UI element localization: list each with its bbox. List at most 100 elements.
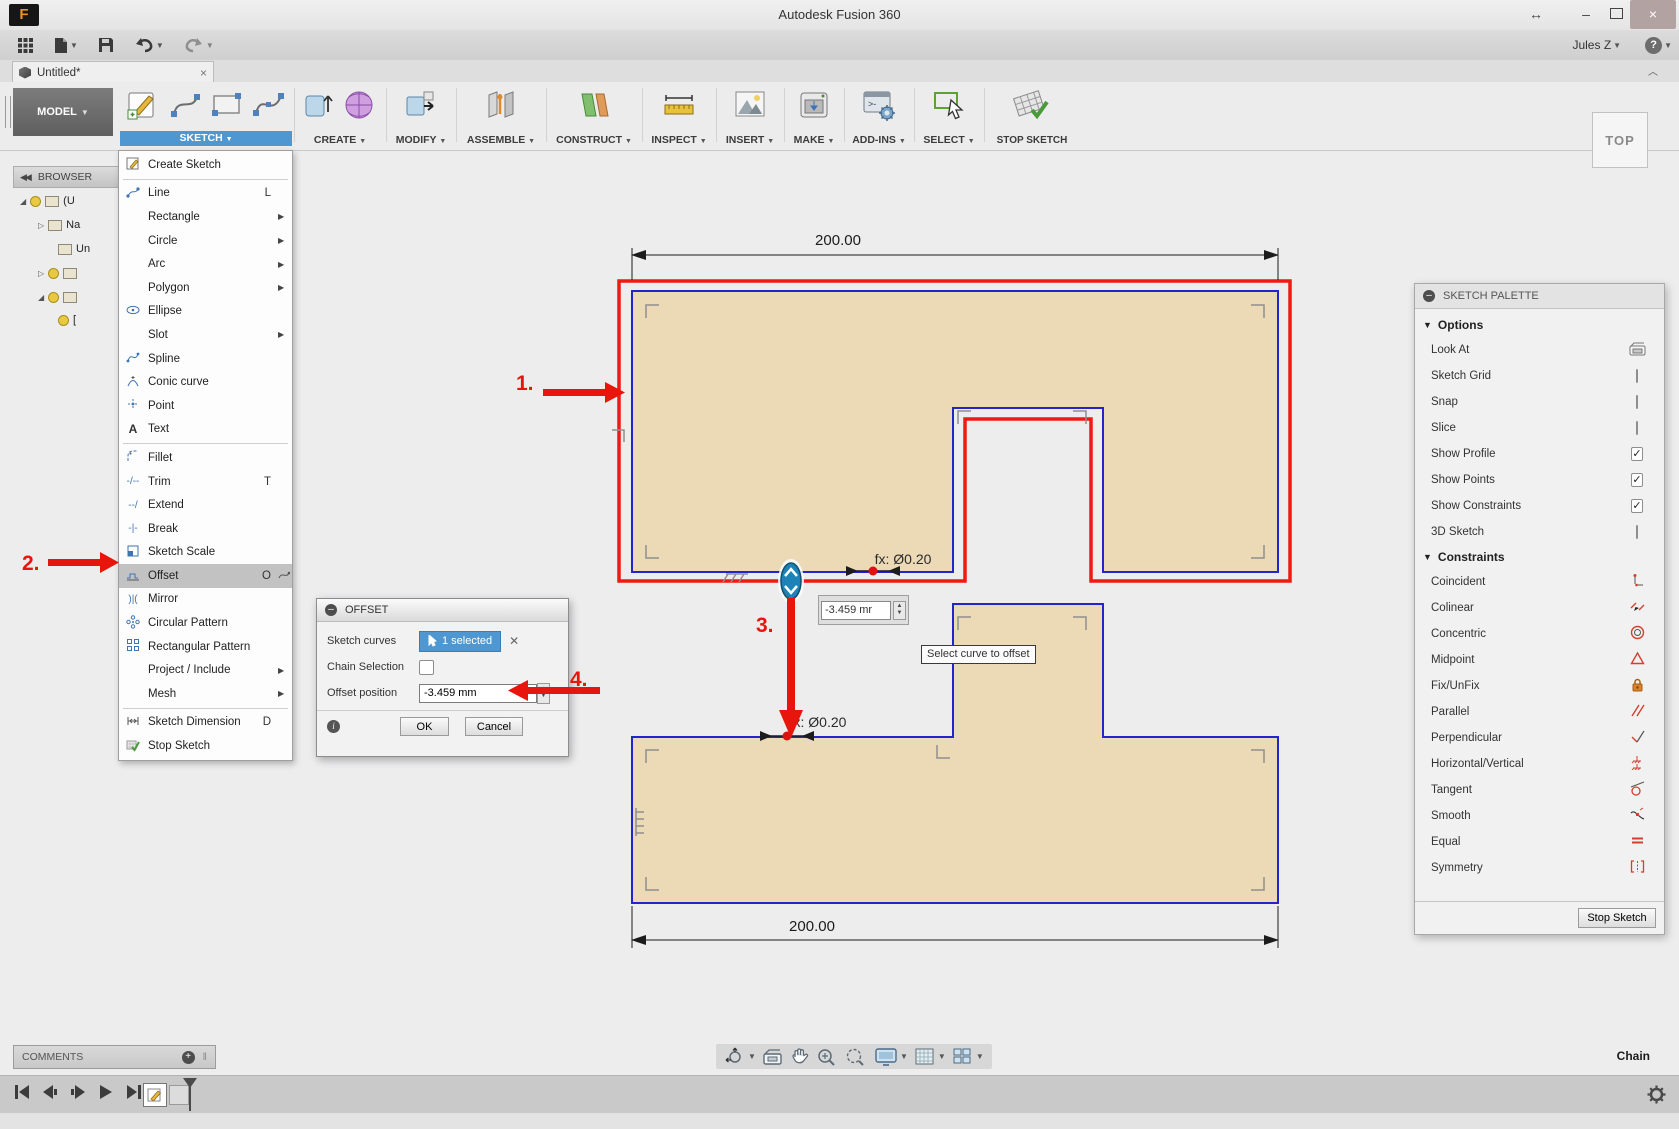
menu-item-conic-curve[interactable]: Conic curve bbox=[119, 370, 292, 394]
constraint-row-concentric[interactable]: Concentric bbox=[1415, 621, 1664, 647]
go-to-end-button[interactable] bbox=[126, 1084, 142, 1100]
menu-item-trim[interactable]: -/-- Trim T bbox=[119, 470, 292, 494]
slice-checkbox[interactable] bbox=[1636, 421, 1638, 435]
option-row-show-constraints[interactable]: Show Constraints ✓ bbox=[1415, 493, 1664, 519]
constraint-row-colinear[interactable]: Colinear bbox=[1415, 595, 1664, 621]
show-profile-checkbox[interactable]: ✓ bbox=[1631, 447, 1642, 461]
option-row-3d-sketch[interactable]: 3D Sketch bbox=[1415, 519, 1664, 545]
play-button[interactable] bbox=[98, 1084, 114, 1100]
resize-grip-icon[interactable]: ‖ bbox=[203, 1051, 207, 1063]
menu-item-rectangular-pattern[interactable]: Rectangular Pattern bbox=[119, 635, 292, 659]
display-settings-button[interactable]: ▼ bbox=[874, 1047, 908, 1067]
menu-item-project-include[interactable]: Project / Include ▶ bbox=[119, 658, 292, 682]
constraint-row-smooth[interactable]: Smooth bbox=[1415, 803, 1664, 829]
constraint-row-equal[interactable]: Equal bbox=[1415, 829, 1664, 855]
option-row-show-profile[interactable]: Show Profile ✓ bbox=[1415, 441, 1664, 467]
menu-item-line[interactable]: Line L bbox=[119, 182, 292, 206]
zoom-button[interactable] bbox=[816, 1047, 838, 1067]
menu-item-circle[interactable]: Circle ▶ bbox=[119, 229, 292, 253]
option-row-slice[interactable]: Slice bbox=[1415, 415, 1664, 441]
canvas-offset-value[interactable]: -3.459 mr bbox=[821, 601, 891, 620]
snap-checkbox[interactable] bbox=[1636, 395, 1638, 409]
constraint-row-symmetry[interactable]: Symmetry bbox=[1415, 855, 1664, 881]
menu-item-mesh[interactable]: Mesh ▶ bbox=[119, 682, 292, 706]
orbit-button[interactable]: ▼ bbox=[724, 1047, 756, 1067]
visibility-bulb-icon[interactable] bbox=[48, 292, 59, 303]
info-icon[interactable]: i bbox=[327, 720, 340, 733]
menu-item-ellipse[interactable]: Ellipse bbox=[119, 300, 292, 324]
menu-item-rectangle[interactable]: Rectangle ▶ bbox=[119, 205, 292, 229]
browser-row[interactable]: ▷ Na bbox=[38, 216, 80, 234]
collapse-palette-icon[interactable]: – bbox=[1423, 290, 1435, 302]
constraint-row-midpoint[interactable]: Midpoint bbox=[1415, 647, 1664, 673]
menu-item-break[interactable]: -|- Break bbox=[119, 517, 292, 541]
view-cube[interactable]: TOP bbox=[1592, 112, 1648, 168]
constraint-row-horizontal-vertical[interactable]: Horizontal/Vertical bbox=[1415, 751, 1664, 777]
menu-item-offset[interactable]: Offset O bbox=[119, 564, 292, 588]
chain-selection-checkbox[interactable] bbox=[419, 660, 434, 675]
menu-item-create-sketch[interactable]: Create Sketch bbox=[119, 153, 292, 177]
menu-item-sketch-dimension[interactable]: Sketch Dimension D bbox=[119, 711, 292, 735]
collapse-dialog-icon[interactable]: – bbox=[325, 604, 337, 616]
look-at-button[interactable] bbox=[762, 1048, 784, 1066]
spin-down-icon[interactable]: ▼ bbox=[541, 693, 547, 700]
timeline-settings-gear-icon[interactable] bbox=[1646, 1084, 1667, 1105]
menu-item-slot[interactable]: Slot ▶ bbox=[119, 323, 292, 347]
step-back-button[interactable] bbox=[42, 1084, 58, 1100]
menu-item-sketch-scale[interactable]: Sketch Scale bbox=[119, 541, 292, 565]
go-to-start-button[interactable] bbox=[14, 1084, 30, 1100]
browser-row[interactable]: [ bbox=[58, 311, 76, 329]
menu-item-stop-sketch[interactable]: Stop Sketch bbox=[119, 734, 292, 758]
menu-item-arc[interactable]: Arc ▶ bbox=[119, 252, 292, 276]
browser-row[interactable]: ▷ bbox=[38, 264, 81, 282]
top-profile-shape[interactable] bbox=[632, 291, 1278, 572]
sketch-palette-header[interactable]: – SKETCH PALETTE bbox=[1415, 284, 1664, 309]
constraints-section-header[interactable]: ▼ Constraints bbox=[1415, 545, 1664, 569]
constraint-row-parallel[interactable]: Parallel bbox=[1415, 699, 1664, 725]
timeline-sketch-feature[interactable] bbox=[143, 1083, 167, 1107]
visibility-bulb-icon[interactable] bbox=[48, 268, 59, 279]
add-comment-icon[interactable]: + bbox=[182, 1051, 195, 1064]
collapsed-triangle-icon[interactable]: ▷ bbox=[38, 269, 44, 278]
pan-button[interactable] bbox=[790, 1047, 810, 1067]
comments-bar[interactable]: COMMENTS + ‖ bbox=[13, 1045, 216, 1069]
cancel-button[interactable]: Cancel bbox=[465, 717, 523, 736]
spin-up-icon[interactable]: ▲ bbox=[541, 686, 547, 693]
browser-row[interactable]: Un bbox=[58, 240, 90, 258]
expanded-triangle-icon[interactable]: ◢ bbox=[38, 293, 44, 302]
browser-row-root[interactable]: ◢ (U bbox=[20, 192, 75, 210]
3d-sketch-checkbox[interactable] bbox=[1636, 525, 1638, 539]
option-row-snap[interactable]: Snap bbox=[1415, 389, 1664, 415]
selection-button[interactable]: 1 selected bbox=[419, 631, 501, 652]
offset-drag-handle[interactable] bbox=[778, 559, 804, 603]
value-spinner[interactable]: ▲▼ bbox=[537, 683, 550, 704]
ok-button[interactable]: OK bbox=[400, 717, 449, 736]
value-spinner[interactable]: ▲▼ bbox=[893, 601, 906, 620]
show-points-checkbox[interactable]: ✓ bbox=[1631, 473, 1642, 487]
menu-item-mirror[interactable]: )|( Mirror bbox=[119, 588, 292, 612]
canvas-offset-spinner[interactable]: -3.459 mr ▲▼ bbox=[818, 595, 909, 625]
visibility-bulb-icon[interactable] bbox=[58, 315, 69, 326]
constraint-row-fix-unfix[interactable]: Fix/UnFix bbox=[1415, 673, 1664, 699]
menu-item-point[interactable]: Point bbox=[119, 394, 292, 418]
constraint-row-tangent[interactable]: Tangent bbox=[1415, 777, 1664, 803]
offset-position-input[interactable] bbox=[419, 684, 537, 703]
menu-item-circular-pattern[interactable]: Circular Pattern bbox=[119, 611, 292, 635]
option-row-look-at[interactable]: Look At bbox=[1415, 337, 1664, 363]
menu-item-spline[interactable]: Spline bbox=[119, 347, 292, 371]
show-constraints-checkbox[interactable]: ✓ bbox=[1631, 499, 1642, 513]
menu-item-text[interactable]: A Text bbox=[119, 418, 292, 442]
option-row-sketch-grid[interactable]: Sketch Grid bbox=[1415, 363, 1664, 389]
viewports-button[interactable]: ▼ bbox=[952, 1047, 984, 1067]
sketch-grid-checkbox[interactable] bbox=[1636, 369, 1638, 383]
spin-up-icon[interactable]: ▲ bbox=[897, 603, 903, 610]
constraint-row-coincident[interactable]: Coincident bbox=[1415, 569, 1664, 595]
options-section-header[interactable]: ▼ Options bbox=[1415, 313, 1664, 337]
collapsed-triangle-icon[interactable]: ▷ bbox=[38, 221, 44, 230]
menu-item-polygon[interactable]: Polygon ▶ bbox=[119, 276, 292, 300]
option-row-show-points[interactable]: Show Points ✓ bbox=[1415, 467, 1664, 493]
offset-dialog-header[interactable]: – OFFSET bbox=[317, 599, 568, 622]
step-forward-button[interactable] bbox=[70, 1084, 86, 1100]
top-dimension[interactable]: 200.00 bbox=[631, 232, 1279, 280]
bottom-dimension[interactable]: 200.00 bbox=[631, 906, 1279, 948]
